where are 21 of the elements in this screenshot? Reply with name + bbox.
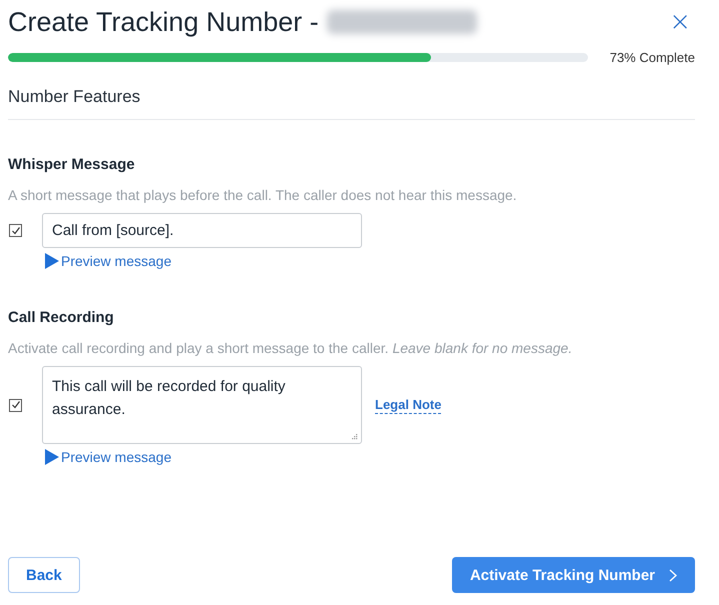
- message-input-field[interactable]: Call from [source].: [42, 213, 362, 248]
- resize-grip-icon[interactable]: [351, 433, 358, 440]
- message-textarea[interactable]: This call will be recorded for quality assurance.: [42, 366, 362, 444]
- checkbox[interactable]: [9, 398, 22, 412]
- preview-message-link[interactable]: Preview message: [61, 253, 172, 269]
- preview-message-link[interactable]: Preview message: [61, 449, 172, 465]
- chevron-right-icon: [669, 568, 677, 582]
- section-heading: Call Recording: [8, 309, 115, 326]
- close-button[interactable]: ×: [665, 7, 695, 37]
- checkbox[interactable]: [9, 224, 22, 237]
- section-description: Activate call recording and play a short message to the caller. Leave blank for no message.: [8, 340, 574, 356]
- dialog-title: Create Tracking Number -: [8, 6, 319, 38]
- play-icon[interactable]: [45, 253, 59, 269]
- progress-reading: 73% Complete: [610, 50, 695, 65]
- play-icon[interactable]: [45, 449, 59, 465]
- activate-tracking-number-button[interactable]: Activate Tracking Number: [452, 557, 695, 593]
- step-title: Number Features: [8, 87, 695, 120]
- back-button[interactable]: Back: [8, 557, 80, 593]
- section-description: A short message that plays before the call. The caller does not hear this message.: [8, 187, 518, 203]
- legal-note-link[interactable]: Legal Note: [375, 396, 442, 414]
- section-heading: Whisper Message: [8, 156, 136, 173]
